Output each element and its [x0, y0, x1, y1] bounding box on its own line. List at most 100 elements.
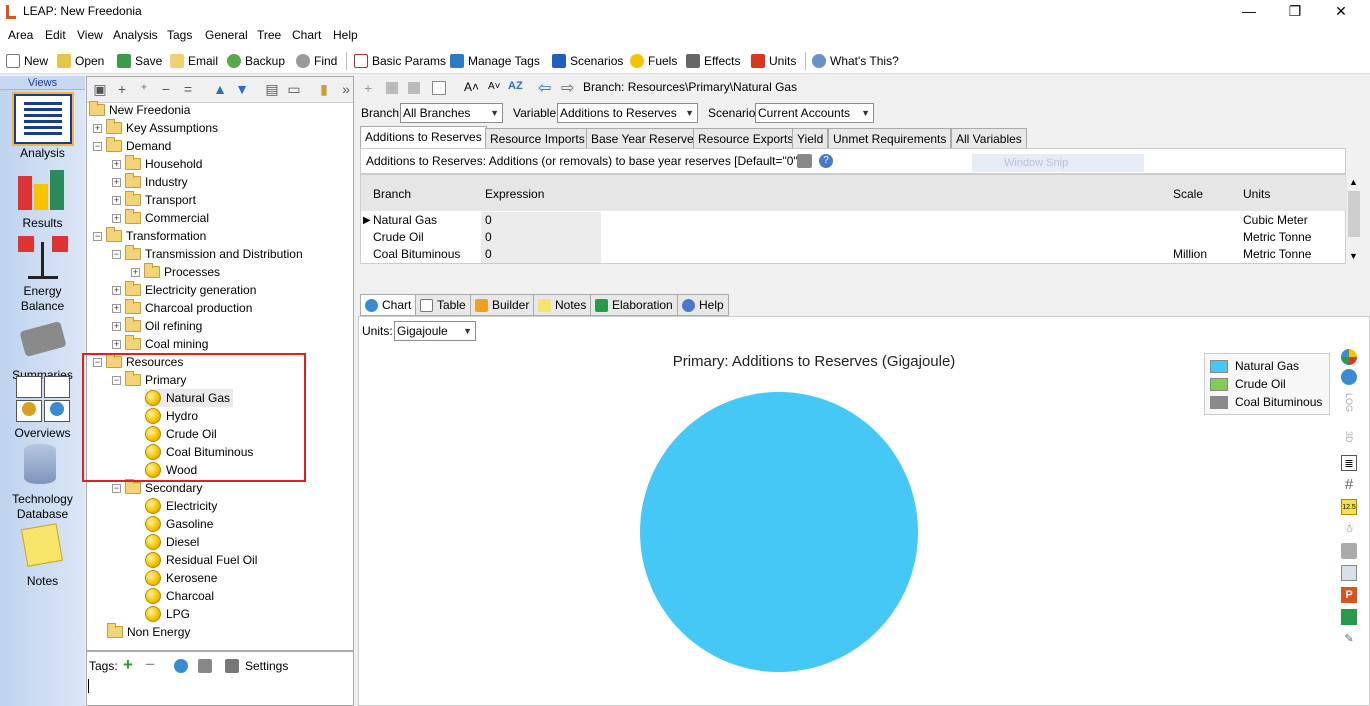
- collapse-icon[interactable]: −: [112, 249, 121, 259]
- new-button[interactable]: New: [6, 52, 48, 70]
- log-scale-toggle[interactable]: LOG: [1341, 393, 1357, 412]
- copy-icon[interactable]: [1341, 565, 1357, 581]
- tab-notes[interactable]: Notes: [533, 294, 592, 316]
- table-row[interactable]: Coal Bituminous 0 Million Metric Tonne: [361, 246, 1347, 263]
- view-overviews[interactable]: Overviews: [0, 374, 85, 441]
- view-energy-balance[interactable]: Energy Balance: [0, 232, 85, 314]
- export-icon[interactable]: [432, 81, 446, 95]
- fuels-button[interactable]: Fuels: [630, 52, 677, 70]
- tree-node-transport[interactable]: + Transport: [112, 191, 196, 209]
- tree-node-residual-fuel-oil[interactable]: Residual Fuel Oil: [145, 551, 257, 569]
- move-down-icon[interactable]: ▼: [235, 82, 249, 96]
- view-analysis[interactable]: Analysis: [0, 92, 85, 161]
- tree-node-tnd[interactable]: − Transmission and Distribution: [112, 245, 303, 263]
- color-scheme-icon[interactable]: [1341, 369, 1357, 385]
- email-button[interactable]: Email: [170, 52, 218, 70]
- expand-icon[interactable]: +: [112, 303, 121, 313]
- 3d-toggle[interactable]: 3D: [1341, 429, 1357, 445]
- tree-node-household[interactable]: + Household: [112, 155, 202, 173]
- tree-node-charcoal[interactable]: Charcoal: [145, 587, 214, 605]
- collapse-icon[interactable]: −: [112, 483, 121, 493]
- tree-node-transformation[interactable]: − Transformation: [93, 227, 206, 245]
- view-notes[interactable]: Notes: [0, 522, 85, 589]
- expand-icon[interactable]: +: [131, 267, 140, 277]
- tree-node-diesel[interactable]: Diesel: [145, 533, 199, 551]
- cell-expression[interactable]: 0: [481, 229, 601, 246]
- tab-builder[interactable]: Builder: [470, 294, 535, 316]
- backup-button[interactable]: Backup: [227, 52, 285, 70]
- tree-node-key-assumptions[interactable]: + Key Assumptions: [93, 119, 218, 137]
- scenarios-button[interactable]: Scenarios: [552, 52, 623, 70]
- tab-help[interactable]: Help: [677, 294, 729, 316]
- variable-select[interactable]: Additions to Reserves ▼: [557, 103, 698, 123]
- table-row[interactable]: ▶ Natural Gas 0 Cubic Meter: [361, 212, 1347, 229]
- tree-node-gasoline[interactable]: Gasoline: [145, 515, 213, 533]
- tree-node-processes[interactable]: + Processes: [131, 263, 220, 281]
- font-increase-icon[interactable]: A˄: [464, 80, 479, 94]
- tags-settings-button[interactable]: Settings: [245, 659, 288, 673]
- menu-area[interactable]: Area: [8, 28, 33, 42]
- tree-node-coal-mining[interactable]: + Coal mining: [112, 335, 208, 353]
- expand-icon[interactable]: +: [112, 285, 121, 295]
- legend-toggle-icon[interactable]: ≣: [1341, 455, 1357, 471]
- add-icon[interactable]: +: [364, 80, 372, 96]
- forward-arrow-icon[interactable]: ⇨: [561, 78, 574, 98]
- expand-icon[interactable]: +: [112, 321, 121, 331]
- expand-icon[interactable]: +: [112, 213, 121, 223]
- value-label-toggle-icon[interactable]: 12.5: [1341, 499, 1357, 515]
- collapse-icon[interactable]: −: [93, 141, 102, 151]
- scroll-thumb[interactable]: [1348, 191, 1360, 237]
- basic-params-button[interactable]: Basic Params: [354, 52, 446, 70]
- tab-elaboration[interactable]: Elaboration: [590, 294, 678, 316]
- menu-tags[interactable]: Tags: [167, 28, 192, 42]
- tree-node-lpg[interactable]: LPG: [145, 605, 190, 623]
- scroll-up-icon[interactable]: ▲: [1349, 177, 1358, 187]
- tab-resource-exports[interactable]: Resource Exports: [693, 128, 799, 150]
- tree-node-industry[interactable]: + Industry: [112, 173, 188, 191]
- restore-button[interactable]: ❐: [1272, 0, 1318, 24]
- menu-general[interactable]: General: [205, 28, 248, 42]
- back-arrow-icon[interactable]: ⇦: [538, 78, 551, 98]
- outline-icon[interactable]: ▤: [265, 82, 279, 96]
- edit-default-icon[interactable]: [797, 154, 812, 168]
- expand-icon[interactable]: +: [112, 159, 121, 169]
- scenario-select[interactable]: Current Accounts ▼: [755, 103, 874, 123]
- delete-multiple-icon[interactable]: =: [181, 82, 195, 96]
- copy-icon[interactable]: [386, 82, 398, 94]
- tag-clear-icon[interactable]: [198, 659, 212, 673]
- properties-icon[interactable]: ▣: [93, 82, 107, 96]
- tree-node-root[interactable]: New Freedonia: [89, 101, 190, 119]
- delete-branch-icon[interactable]: −: [159, 82, 173, 96]
- tree-node-electricity-generation[interactable]: + Electricity generation: [112, 281, 256, 299]
- open-button[interactable]: Open: [57, 52, 104, 70]
- tag-color-icon[interactable]: [174, 659, 188, 673]
- expand-icon[interactable]: +: [112, 339, 121, 349]
- tab-table[interactable]: Table: [415, 294, 471, 316]
- tab-resource-imports[interactable]: Resource Imports: [485, 128, 590, 150]
- minimize-button[interactable]: —: [1226, 0, 1272, 24]
- expand-icon[interactable]: +: [112, 177, 121, 187]
- add-multiple-icon[interactable]: ⁺: [137, 82, 151, 96]
- sort-az-icon[interactable]: AZ: [508, 80, 523, 92]
- units-button[interactable]: Units: [751, 52, 796, 70]
- tab-chart[interactable]: Chart: [360, 294, 417, 316]
- cell-expression[interactable]: 0: [481, 246, 601, 263]
- wrench-icon[interactable]: ✎: [1341, 631, 1357, 647]
- tab-base-year-reserves[interactable]: Base Year Reserves: [586, 128, 705, 150]
- add-tag-icon[interactable]: +: [123, 655, 133, 675]
- menu-chart[interactable]: Chart: [292, 28, 321, 42]
- move-up-icon[interactable]: ▲: [213, 82, 227, 96]
- table-row[interactable]: Crude Oil 0 Metric Tonne: [361, 229, 1347, 246]
- cell-expression[interactable]: 0: [481, 212, 601, 229]
- save-button[interactable]: Save: [117, 52, 162, 70]
- branch-select[interactable]: All Branches ▼: [400, 103, 503, 123]
- save-icon[interactable]: [1341, 609, 1357, 625]
- scroll-down-icon[interactable]: ▼: [1349, 251, 1358, 261]
- wizard-icon[interactable]: ☃: [1341, 521, 1357, 537]
- menu-help[interactable]: Help: [333, 28, 358, 42]
- tab-unmet-requirements[interactable]: Unmet Requirements: [828, 128, 952, 150]
- tab-all-variables[interactable]: All Variables: [951, 128, 1027, 150]
- font-decrease-icon[interactable]: A˅: [488, 81, 501, 92]
- units-select[interactable]: Gigajoule ▼: [394, 321, 476, 341]
- menu-edit[interactable]: Edit: [45, 28, 66, 42]
